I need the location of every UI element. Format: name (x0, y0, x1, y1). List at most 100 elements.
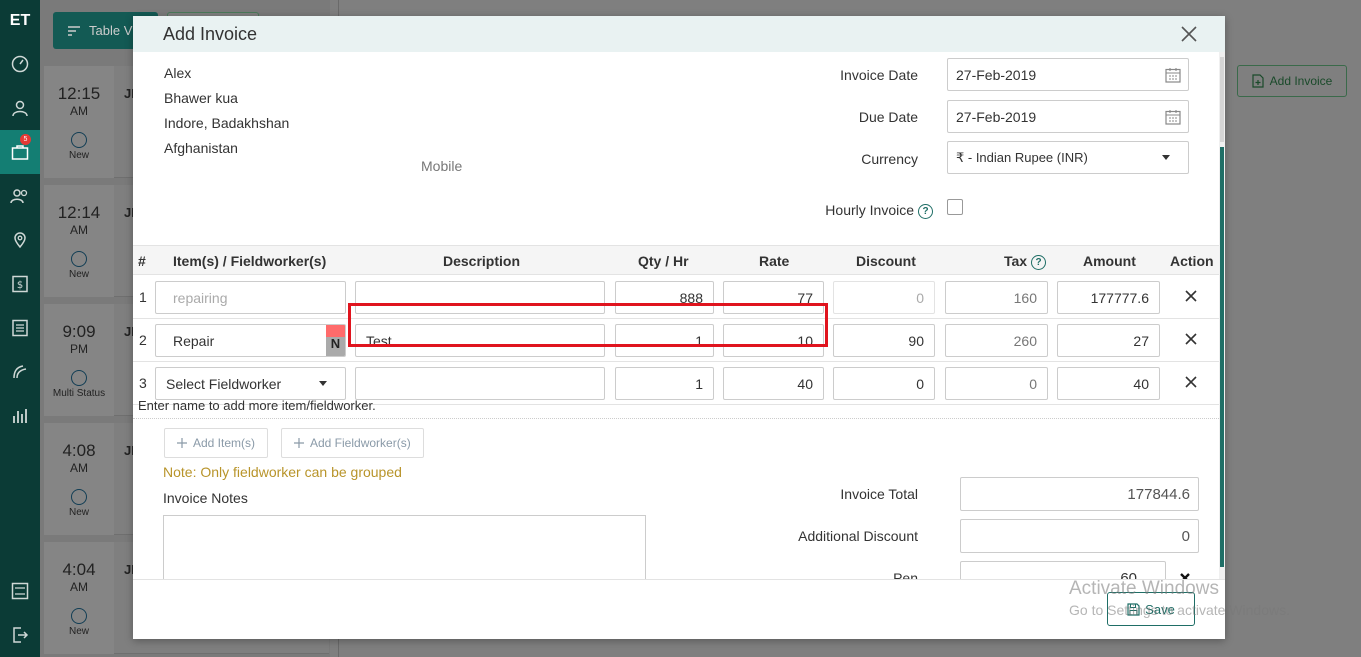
plus-icon (294, 438, 304, 448)
row-number: 3 (139, 375, 147, 391)
billing-nav[interactable]: $ (0, 262, 40, 306)
rate-input[interactable]: 40 (723, 367, 824, 400)
job-status: New (68, 507, 89, 518)
invoice-notes-input[interactable] (163, 515, 646, 579)
modal-scrollbar[interactable] (1219, 52, 1225, 579)
col-rate: Rate (759, 253, 790, 269)
save-icon (1127, 602, 1140, 616)
user-icon (12, 100, 28, 117)
qty-input[interactable]: 1 (615, 324, 714, 357)
save-button[interactable]: Save (1107, 592, 1195, 626)
location-nav[interactable] (0, 218, 40, 262)
new-item-badge: N (326, 325, 345, 356)
add-invoice-button[interactable]: Add Invoice (1237, 65, 1347, 97)
chevron-down-icon (1162, 155, 1170, 160)
job-ampm: AM (70, 223, 88, 237)
calendar-icon[interactable] (1165, 109, 1181, 125)
table-row: 1 repairing 888 77 0 160 177777.6 (133, 276, 1219, 319)
qty-input[interactable]: 1 (615, 367, 714, 400)
add-fieldworker-label: Add Fieldworker(s) (310, 436, 411, 450)
invoice-date-field[interactable]: 27-Feb-2019 (947, 58, 1189, 91)
row-number: 1 (139, 289, 147, 305)
chevron-down-icon (319, 381, 327, 386)
tax-input[interactable]: 0 (945, 367, 1048, 400)
job-ampm: AM (70, 580, 88, 594)
reports-nav[interactable] (0, 306, 40, 350)
modal-footer: Save (133, 579, 1225, 639)
rate-input[interactable]: 77 (723, 281, 824, 314)
description-input[interactable] (355, 281, 605, 314)
delete-row-icon[interactable] (1183, 288, 1199, 304)
job-status: New (68, 150, 89, 161)
discount-input[interactable]: 0 (833, 281, 935, 314)
calendar-icon[interactable] (1165, 67, 1181, 83)
add-item-label: Add Item(s) (193, 436, 256, 450)
amount-input[interactable]: 27 (1057, 324, 1160, 357)
item-input[interactable]: repairing (155, 281, 346, 314)
fieldworker-select[interactable]: Select Fieldworker (155, 367, 346, 400)
item-input[interactable]: Repair N (155, 324, 346, 357)
logout-icon (13, 627, 29, 643)
team-icon (10, 189, 28, 204)
col-tax: Tax (1004, 253, 1028, 269)
modal-body: Alex Bhawer kua Indore, Badakhshan Afgha… (133, 52, 1225, 579)
tax-input[interactable]: 160 (945, 281, 1048, 314)
logout-nav[interactable] (0, 613, 40, 657)
row-number: 2 (139, 332, 147, 348)
add-item-button[interactable]: Add Item(s) (164, 428, 269, 458)
help-icon[interactable]: ? (1031, 254, 1047, 270)
col-item: Item(s) / Fieldworker(s) (173, 253, 327, 269)
job-status: New (68, 626, 89, 637)
amount-input[interactable]: 177777.6 (1057, 281, 1160, 314)
hourly-invoice-checkbox[interactable] (947, 199, 963, 215)
delete-row-icon[interactable] (1183, 374, 1199, 390)
delete-row-icon[interactable] (1183, 331, 1199, 347)
pen-field[interactable]: 60 (960, 561, 1166, 579)
due-date-field[interactable]: 27-Feb-2019 (947, 100, 1189, 133)
invoice-total-label: Invoice Total (840, 486, 918, 502)
remove-charge-icon[interactable] (1179, 572, 1191, 579)
briefcase-icon (11, 145, 29, 160)
scrollbar-thumb[interactable] (1220, 147, 1224, 567)
rate-input[interactable]: 10 (723, 324, 824, 357)
tools-nav[interactable] (0, 350, 40, 394)
modal-header: Add Invoice (133, 16, 1225, 52)
grouping-note: Note: Only fieldworker can be grouped (163, 464, 402, 480)
analytics-nav[interactable] (0, 394, 40, 438)
pen-label: Pen (893, 570, 918, 579)
team-nav[interactable] (0, 174, 40, 218)
job-ampm: AM (70, 104, 88, 118)
save-label: Save (1145, 601, 1175, 617)
invoice-date-value: 27-Feb-2019 (956, 66, 1037, 83)
fieldworker-select-value: Select Fieldworker (166, 375, 282, 392)
jobs-nav[interactable]: 5 (0, 130, 40, 174)
description-input[interactable]: Test (355, 324, 605, 357)
invoice-total-field[interactable]: 177844.6 (960, 477, 1199, 511)
add-fieldworker-button[interactable]: Add Fieldworker(s) (281, 428, 424, 458)
users-nav[interactable] (0, 86, 40, 130)
amount-input[interactable]: 40 (1057, 367, 1160, 400)
hourly-invoice-label: Hourly Invoice (825, 202, 914, 218)
filter-lines-icon (68, 25, 80, 36)
address-line-2: Indore, Badakhshan (164, 115, 290, 131)
discount-input[interactable]: 90 (833, 324, 935, 357)
close-icon[interactable] (1179, 24, 1199, 44)
help-icon[interactable]: ? (918, 203, 933, 219)
currency-value: ₹ - Indian Rupee (INR) (956, 149, 1088, 165)
tax-input[interactable]: 260 (945, 324, 1048, 357)
due-date-label: Due Date (858, 109, 918, 125)
settings-nav[interactable] (0, 569, 40, 613)
currency-select[interactable]: ₹ - Indian Rupee (INR) (947, 141, 1189, 174)
qty-input[interactable]: 888 (615, 281, 714, 314)
additional-discount-field[interactable]: 0 (960, 519, 1199, 553)
dashboard-nav[interactable] (0, 42, 40, 86)
description-input[interactable] (355, 367, 605, 400)
mobile-label: Mobile (421, 158, 463, 174)
due-date-value: 27-Feb-2019 (956, 108, 1037, 125)
status-icon (71, 489, 87, 505)
hint-divider (133, 418, 1219, 419)
job-time: 4:08 (62, 441, 96, 460)
invoice-date-label: Invoice Date (840, 67, 918, 83)
sliders-icon (11, 582, 29, 600)
discount-input[interactable]: 0 (833, 367, 935, 400)
